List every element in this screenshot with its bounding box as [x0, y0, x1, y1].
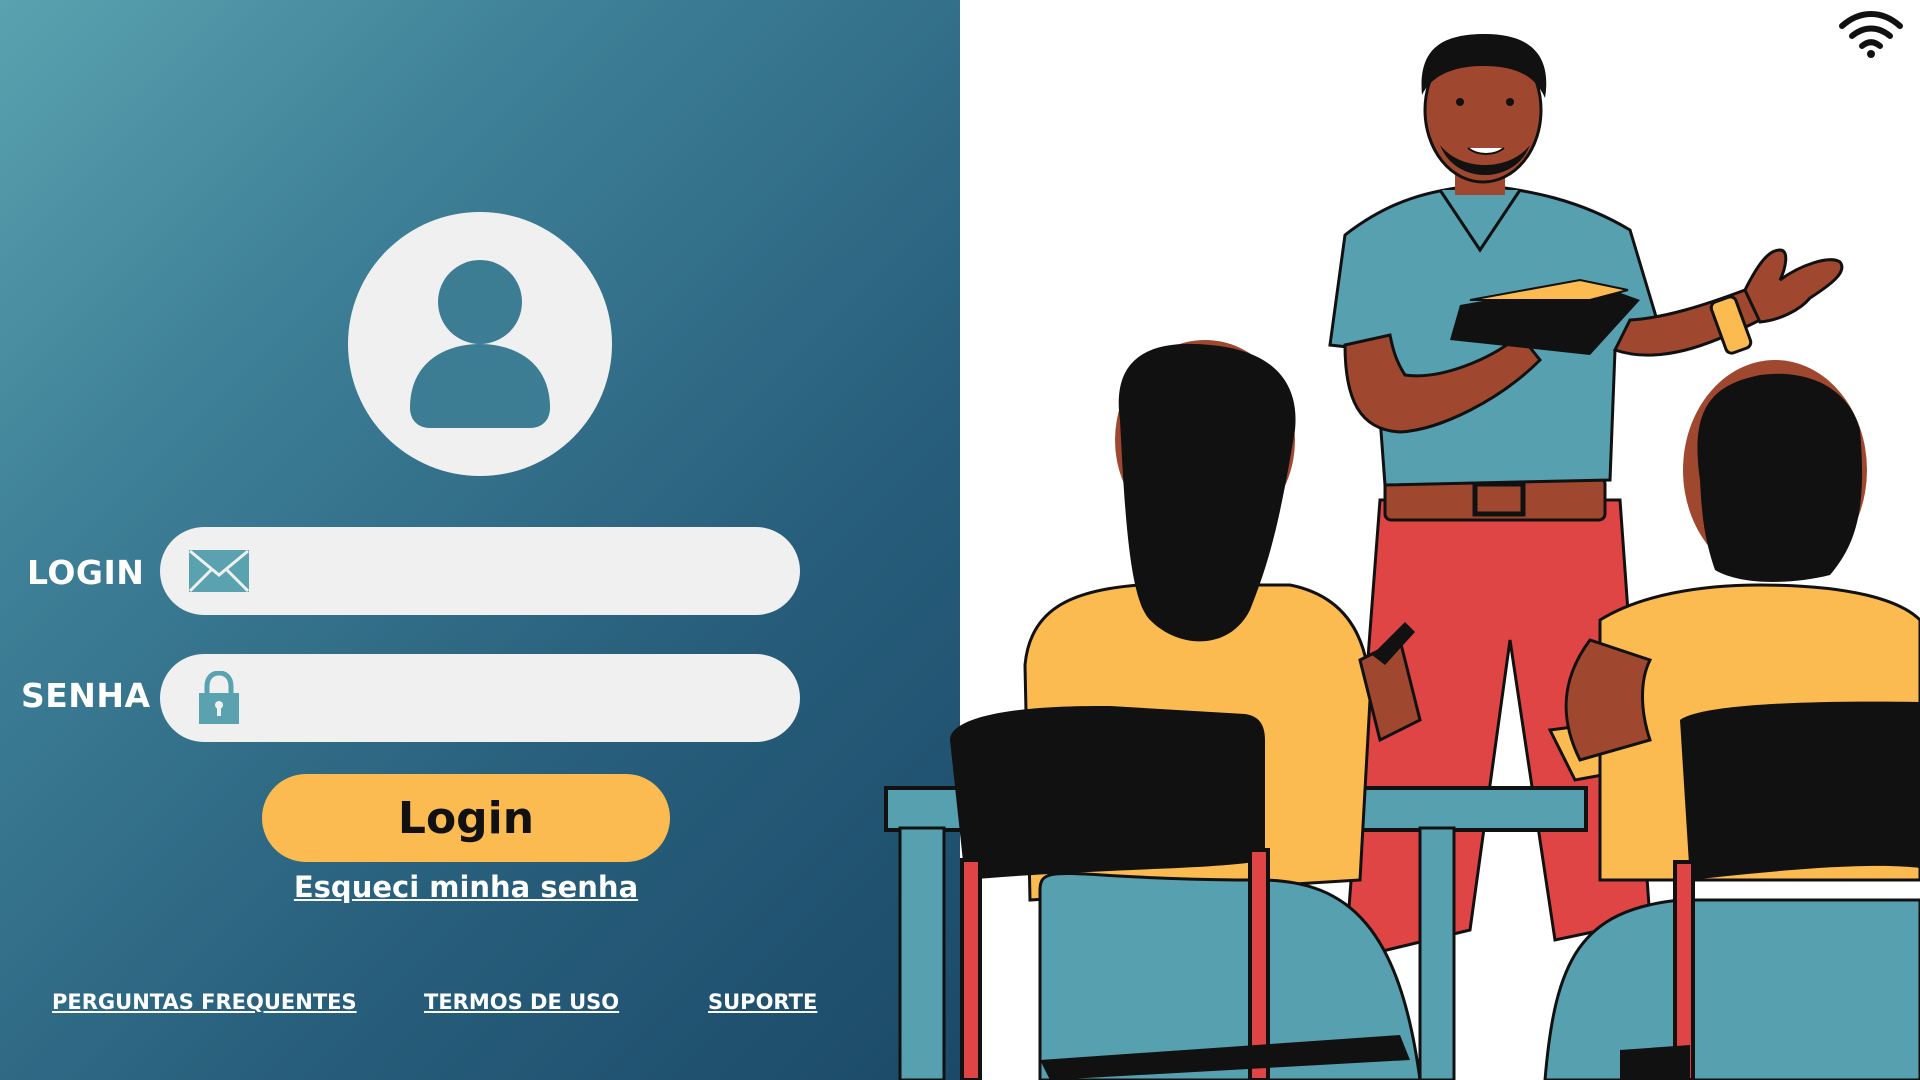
wifi-icon: [1839, 11, 1903, 58]
classroom-illustration: [884, 34, 1920, 1080]
